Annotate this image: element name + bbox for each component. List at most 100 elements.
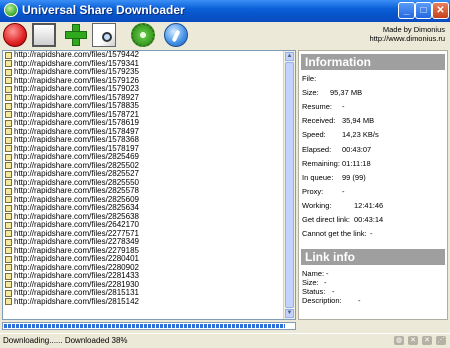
info-label: Received: [302,116,336,126]
information-row: Size: 95,37 MB [302,88,362,97]
info-value: - [370,229,373,239]
scroll-up-icon[interactable]: ▲ [285,52,294,61]
info-label: Proxy: [302,186,324,196]
information-row: Remaining: 01:11:18 [302,159,371,168]
file-icon [5,221,12,229]
information-row: Cannot get the link: - [302,229,373,239]
status-bar: Downloading...... Downloaded 38% ◍ ✕ ✕ ⋰ [0,333,450,348]
info-value: 99 (99) [342,172,366,182]
info-value: - [324,278,327,287]
file-icon [5,230,12,238]
info-value: 12:41:46 [354,200,384,210]
info-label: Working: [302,200,332,210]
add-icon[interactable] [64,23,88,47]
link-info-header: Link info [301,249,445,265]
minimize-button[interactable]: _ [398,2,415,19]
close-button[interactable]: ✕ [432,2,449,19]
file-icon [5,102,12,110]
file-icon [5,289,12,297]
file-icon [5,119,12,127]
info-label: In queue: [302,172,334,182]
status-link-icon: ✕ [408,336,418,345]
file-icon [5,68,12,76]
info-value: 00:43:07 [342,144,372,154]
window-title: Universal Share Downloader [22,3,185,17]
scroll-down-icon[interactable]: ▼ [285,309,294,318]
file-icon [5,264,12,272]
made-by-url[interactable]: http://www.dimonius.ru [370,34,445,43]
window-icon[interactable] [32,23,56,47]
progress-fill [4,324,286,328]
file-icon [5,272,12,280]
file-icon [5,281,12,289]
info-value: 35,94 MB [342,116,375,126]
info-label: Cannot get the link: [302,229,367,239]
info-value: - [326,269,329,278]
list-item[interactable]: http://rapidshare.com/files/2815142 [3,297,285,307]
made-by-credit: Made by Dimonius http://www.dimonius.ru [370,25,445,43]
file-icon [5,128,12,136]
info-label: Status: [302,287,326,296]
file-icon [5,77,12,85]
settings-gear-icon[interactable] [131,23,155,47]
file-icon [5,187,12,195]
information-header: Information [301,54,445,70]
toolbar: Made by Dimonius http://www.dimonius.ru [0,22,450,48]
information-row: File: [302,74,316,83]
status-globe-icon: ◍ [394,336,404,345]
file-icon [5,204,12,212]
file-icon [5,60,12,68]
app-window: Universal Share Downloader _ □ ✕ Made by… [0,0,450,347]
scroll-thumb[interactable] [285,62,294,308]
file-icon [5,238,12,246]
info-label: Name: [302,269,325,278]
information-row: Resume: - [302,102,345,112]
file-icon [5,162,12,170]
maximize-button[interactable]: □ [415,2,432,19]
status-resize-icon[interactable]: ⋰ [436,336,446,345]
file-icon [5,170,12,178]
info-value: - [342,186,345,196]
link-info-row: Description: - [302,296,361,305]
download-progress-bar [2,322,296,330]
file-icon [5,94,12,102]
file-icon [5,196,12,204]
information-row: Received: 35,94 MB [302,116,374,126]
file-icon [5,179,12,187]
info-panel: Information File: Size: 95,37 MB Resume: - Re… [298,50,448,320]
info-value: - [332,287,335,296]
made-by-author: Made by Dimonius [382,25,445,34]
info-label: Speed: [302,130,326,140]
file-icon [5,247,12,255]
info-value: 14,23 KB/s [342,130,379,140]
info-label: File: [302,74,317,83]
information-row: Speed: 14,23 KB/s [302,130,379,140]
info-value: 00:43:14 [354,215,384,224]
information-row: Get direct link: 00:43:14 [302,215,383,224]
globe-icon[interactable] [164,23,188,47]
file-icon [5,136,12,144]
url-list-scrollbar[interactable]: ▲ ▼ [283,51,295,319]
url-list[interactable]: http://rapidshare.com/files/1579442 http:… [2,50,296,320]
file-icon [5,111,12,119]
info-label: Elapsed: [302,144,332,154]
info-label: Description: [302,296,342,305]
info-value: 95,37 MB [330,88,363,98]
file-icon [5,145,12,153]
info-label: Size: [302,278,319,287]
file-icon [5,85,12,93]
information-row: Working: 12:41:46 [302,200,383,210]
info-label: Get direct link: [302,215,350,224]
info-value: - [342,102,345,112]
link-info-row: Size: - [302,278,327,287]
info-value: - [358,296,361,305]
information-row: In queue: 99 (99) [302,172,366,182]
link-info-row: Name: - [302,269,329,278]
information-row: Elapsed: 00:43:07 [302,144,371,154]
info-label: Resume: [302,102,333,112]
information-row: Proxy: - [302,186,345,196]
search-document-icon[interactable] [92,23,116,47]
file-icon [5,298,12,306]
stop-icon[interactable] [3,23,27,47]
title-bar[interactable]: Universal Share Downloader _ □ ✕ [0,0,450,22]
